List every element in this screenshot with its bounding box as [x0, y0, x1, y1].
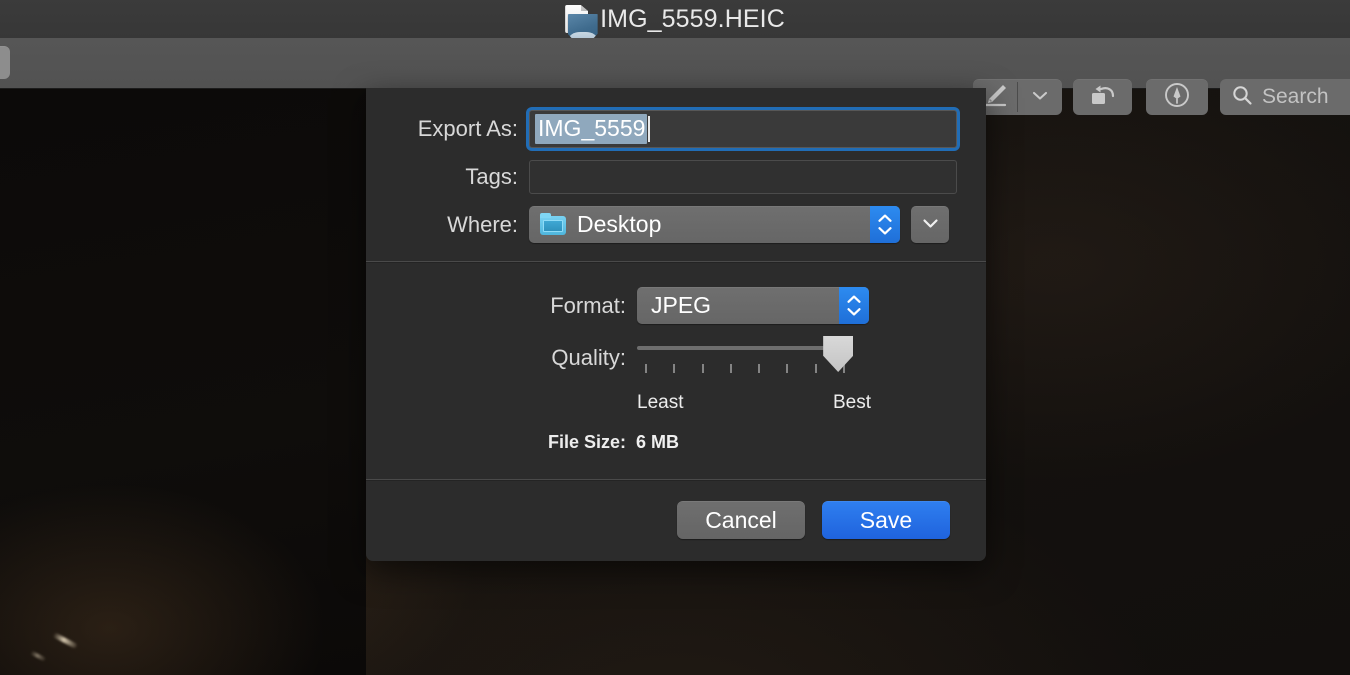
document-image-background-left — [0, 88, 366, 675]
format-label: Format: — [366, 293, 637, 319]
folder-icon — [540, 215, 566, 235]
quality-best-label: Best — [833, 392, 871, 414]
tags-input[interactable] — [529, 160, 957, 194]
tags-row: Tags: — [366, 160, 986, 194]
quality-row: Quality: — [366, 336, 986, 380]
where-row: Where: Desktop — [366, 206, 986, 243]
sheet-action-bar: Cancel Save — [366, 481, 986, 561]
save-button[interactable]: Save — [822, 501, 950, 539]
rotate-button[interactable] — [1073, 79, 1132, 115]
search-icon — [1231, 84, 1253, 111]
export-as-label: Export As: — [366, 116, 529, 142]
format-row: Format: JPEG — [366, 287, 986, 324]
quality-slider[interactable] — [637, 336, 871, 380]
where-value: Desktop — [577, 211, 870, 238]
app-window: IMG_5559.HEIC — [0, 0, 1350, 675]
format-value: JPEG — [651, 292, 839, 319]
sign-annotate-icon — [1163, 81, 1191, 114]
quality-slider-track — [637, 346, 851, 350]
export-as-input[interactable]: IMG_5559 — [529, 110, 957, 148]
export-as-value: IMG_5559 — [535, 114, 647, 144]
quality-least-label: Least — [637, 392, 683, 414]
window-title: IMG_5559.HEIC — [600, 5, 785, 34]
markup-toolbar-group — [973, 79, 1062, 115]
expand-browser-button[interactable] — [911, 206, 949, 243]
window-titlebar: IMG_5559.HEIC — [0, 0, 1350, 38]
stepper-updown-icon[interactable] — [839, 287, 869, 324]
where-label: Where: — [366, 212, 529, 238]
heic-document-icon — [565, 5, 588, 33]
file-size-row: File Size: 6 MB — [366, 432, 986, 453]
export-sheet: Export As: IMG_5559 Tags: Where: — [366, 88, 986, 561]
format-dropdown[interactable]: JPEG — [637, 287, 869, 324]
sidebar-toggle-button[interactable] — [0, 46, 10, 79]
stepper-updown-icon[interactable] — [870, 206, 900, 243]
chevron-down-icon — [921, 216, 940, 234]
quality-scale-spacer — [366, 392, 637, 414]
quality-label: Quality: — [366, 345, 637, 371]
sheet-destination-section: Export As: IMG_5559 Tags: Where: — [366, 88, 986, 261]
where-dropdown[interactable]: Desktop — [529, 206, 900, 243]
markup-menu-button[interactable] — [1018, 79, 1062, 115]
cancel-button[interactable]: Cancel — [677, 501, 805, 539]
file-size-value: 6 MB — [636, 432, 679, 453]
text-caret — [648, 116, 650, 142]
sheet-format-section: Format: JPEG Quality: — [366, 263, 986, 479]
window-toolbar: Search — [0, 38, 1350, 89]
search-placeholder: Search — [1262, 85, 1329, 109]
file-size-label: File Size: — [366, 432, 636, 453]
sign-button[interactable] — [1146, 79, 1208, 115]
rotate-left-icon — [1088, 82, 1118, 113]
tags-label: Tags: — [366, 164, 529, 190]
quality-slider-ticks — [645, 364, 845, 373]
chevron-down-icon — [1031, 88, 1049, 106]
quality-scale-row: Least Best — [366, 392, 986, 414]
export-as-row: Export As: IMG_5559 — [366, 110, 986, 148]
search-input[interactable]: Search — [1220, 79, 1350, 115]
